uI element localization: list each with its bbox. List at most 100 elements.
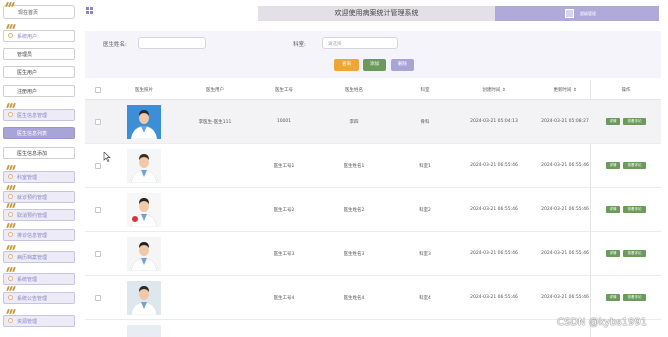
table-row[interactable]: 医生工号2 医生姓名2 科室2 2024-03-21 06:55:46 2024-03-… (85, 188, 661, 232)
add-button[interactable]: 添加 (363, 59, 386, 71)
col-dept[interactable]: 科室 (405, 87, 445, 93)
view-reviews-button[interactable]: 查看评论 (623, 294, 646, 301)
cell-dept: 科室4 (419, 296, 431, 301)
ribbon-decoration-icon (6, 286, 19, 291)
cell-updated: 2024-03-21 06:55:46 (541, 207, 589, 212)
cell-no: 医生工号2 (273, 208, 295, 213)
dept-select[interactable]: 请选择 ⌄ (322, 37, 398, 49)
row-checkbox[interactable] (95, 295, 101, 301)
cell-no: 医生工号1 (273, 164, 295, 169)
sidebar-item-box (3, 48, 75, 60)
cell-created: 2024-03-21 06:55:46 (470, 207, 518, 212)
sidebar-item[interactable]: 就诊预约管理 (3, 185, 75, 203)
sidebar-item-box (3, 315, 75, 327)
delete-button[interactable]: 删除 (391, 59, 414, 71)
menu-bullet-icon (8, 193, 13, 199)
sidebar-item[interactable]: 系统用户 (3, 24, 75, 42)
col-user: 医生用户 (206, 88, 224, 93)
detail-button[interactable]: 详情 (606, 250, 620, 257)
detail-button[interactable]: 详情 (606, 206, 620, 213)
chevron-down-icon: ⌄ (328, 41, 332, 46)
dept-label: 科室: (293, 42, 306, 48)
sidebar: 现在首页 系统用户管理员医生用户注册用户医生信息管理医生信息列表医生信息添加科室… (0, 0, 78, 337)
sidebar-item[interactable]: 科室管理 (3, 165, 75, 183)
table-row[interactable]: 医生工号1 医生姓名1 科室1 2024-03-21 06:55:46 2024-03-… (85, 144, 661, 188)
col-no: 医生工号 (275, 88, 293, 93)
sidebar-item[interactable]: 系统管理 (3, 267, 75, 285)
sidebar-item[interactable]: 医生信息列表 (3, 124, 75, 139)
sidebar-item-label: 医生用户 (17, 70, 38, 76)
ribbon-decoration-icon (6, 203, 19, 208)
row-checkbox[interactable] (95, 163, 101, 169)
doctor-table: 医生照片 医生用户 医生工号 医生姓名 科室 创建时间 ⇕ 更新时间 ⇕ 操作 … (85, 80, 661, 337)
col-created[interactable]: 创建时间 ⇕ (460, 87, 528, 93)
sidebar-item[interactable]: 资源管理 (3, 309, 75, 327)
sidebar-item-label: 管理员 (17, 52, 33, 58)
cell-name: 医生姓名2 (343, 208, 365, 213)
cell-dept: 科室3 (419, 252, 431, 257)
search-panel: 医生姓名: 科室: 请选择 ⌄ 查询 添加 删除 (85, 31, 661, 78)
sidebar-item-label: 医生信息管理 (17, 113, 48, 119)
sidebar-item[interactable]: 病历档案管理 (3, 245, 75, 263)
menu-bullet-icon (8, 253, 13, 259)
sidebar-item[interactable]: 系统公告管理 (3, 286, 75, 304)
system-title: 欢迎使用病案统计管理系统 (334, 9, 419, 17)
sidebar-item[interactable]: 医生用户 (3, 63, 75, 78)
detail-button[interactable]: 详情 (606, 294, 620, 301)
row-checkbox[interactable] (95, 251, 101, 257)
view-reviews-button[interactable]: 查看评论 (623, 162, 646, 169)
cell-no: 10001 (276, 119, 292, 124)
sidebar-item[interactable]: 医生信息管理 (3, 103, 75, 121)
sidebar-item[interactable]: 注册用户 (3, 82, 75, 97)
ribbon-decoration-icon (6, 165, 19, 170)
view-reviews-button[interactable]: 查看评论 (623, 118, 646, 125)
menu-bullet-icon (8, 173, 13, 179)
query-button[interactable]: 查询 (334, 59, 359, 71)
cell-created: 2024-03-21 06:55:46 (470, 163, 518, 168)
user-bar[interactable]: 超级管理 (495, 6, 659, 21)
row-checkbox[interactable] (95, 207, 101, 213)
detail-button[interactable]: 详情 (606, 118, 620, 125)
sidebar-item-label: 医生信息添加 (17, 151, 48, 157)
col-actions: 操作 (621, 88, 631, 93)
sidebar-item-label: 取消预约管理 (17, 213, 48, 219)
row-checkbox[interactable] (95, 119, 101, 125)
select-all-checkbox[interactable] (95, 87, 101, 93)
cell-updated: 2024-03-21 06:55:46 (541, 251, 589, 256)
cell-dept: 骨科 (420, 120, 430, 125)
cell-user: 李医生-医生111 (198, 120, 232, 125)
menu-bullet-icon (8, 231, 13, 237)
ribbon-decoration-icon (6, 245, 19, 250)
sidebar-item-label: 就诊预约管理 (17, 195, 48, 201)
cell-name: 李四 (349, 120, 359, 125)
view-reviews-button[interactable]: 查看评论 (623, 250, 646, 257)
system-title-bar: 欢迎使用病案统计管理系统 (258, 6, 495, 21)
doctor-photo (127, 325, 161, 337)
sidebar-item[interactable]: 排诊信息管理 (3, 223, 75, 241)
sidebar-item[interactable]: 医生信息添加 (3, 144, 75, 159)
cell-dept: 科室1 (419, 164, 431, 169)
sidebar-item[interactable]: 管理员 (3, 45, 75, 60)
table-row[interactable]: 医生工号3 医生姓名3 科室3 2024-03-21 06:55:46 2024-03-… (85, 232, 661, 276)
sidebar-item[interactable]: 取消预约管理 (3, 203, 75, 221)
sidebar-home-button[interactable]: 现在首页 (3, 2, 75, 19)
menu-toggle-icon[interactable] (86, 7, 94, 15)
cell-created: 2024-03-21 05:04:13 (470, 119, 518, 124)
sidebar-item-label: 注册用户 (17, 89, 38, 95)
doctor-name-input[interactable] (138, 37, 206, 49)
mouse-cursor-icon (103, 152, 111, 162)
sidebar-item-label: 排诊信息管理 (17, 233, 48, 239)
cell-no: 医生工号3 (273, 252, 295, 257)
menu-bullet-icon (8, 32, 13, 38)
table-row[interactable]: 李医生-医生111 10001 李四 骨科 2024-03-21 05:04:13 202… (85, 100, 661, 144)
col-updated[interactable]: 更新时间 ⇕ (531, 87, 599, 93)
sidebar-item-label: 资源管理 (17, 319, 38, 325)
sidebar-item-box (3, 273, 75, 285)
view-reviews-button[interactable]: 查看评论 (623, 206, 646, 213)
doctor-photo (127, 237, 161, 271)
detail-button[interactable]: 详情 (606, 162, 620, 169)
table-row[interactable]: 医生工号4 医生姓名4 科室4 2024-03-21 06:55:46 2024-03-… (85, 276, 661, 320)
watermark: CSDN @kybs1991 (557, 317, 648, 328)
cell-name: 医生姓名1 (343, 164, 365, 169)
header: 欢迎使用病案统计管理系统 超级管理 (78, 0, 668, 22)
